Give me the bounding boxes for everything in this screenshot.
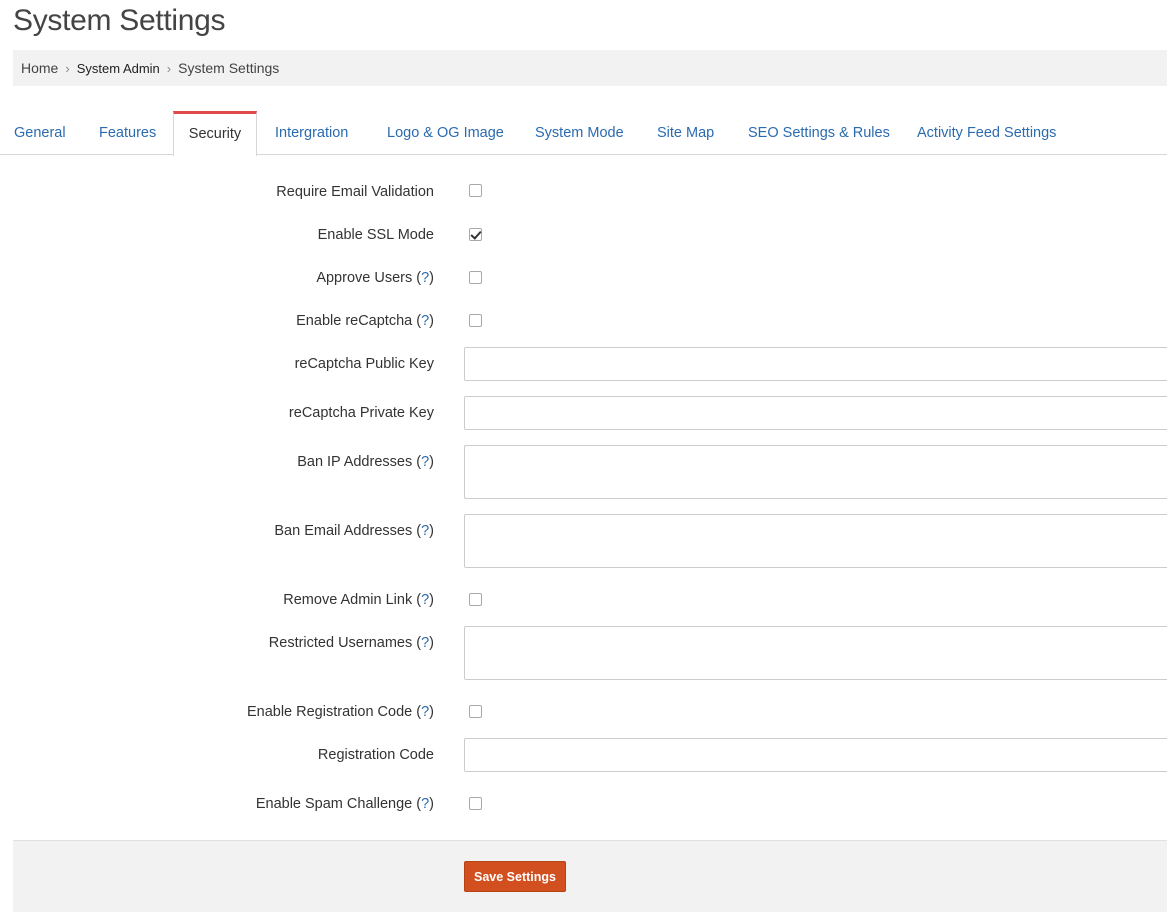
tab-security[interactable]: Security <box>173 111 257 156</box>
enable-recaptcha-label: Enable reCaptcha (?) <box>296 313 434 329</box>
page-title: System Settings <box>13 4 226 37</box>
tab-features[interactable]: Features <box>99 111 156 155</box>
remove-admin-link-label: Remove Admin Link (?) <box>283 592 434 608</box>
enable-spam-challenge-label: Enable Spam Challenge (?) <box>255 796 434 812</box>
enable-ssl-mode-checkbox[interactable] <box>469 228 482 241</box>
tab-site-map[interactable]: Site Map <box>657 111 714 155</box>
enable-registration-code-checkbox[interactable] <box>469 705 482 718</box>
ban-ip-addresses-textarea[interactable] <box>464 445 1167 499</box>
recaptcha-public-key-input[interactable] <box>464 347 1167 381</box>
breadcrumb-system-admin[interactable]: System Admin <box>77 61 160 76</box>
breadcrumb: Home › System Admin › System Settings <box>13 50 1167 86</box>
restricted-usernames-textarea[interactable] <box>464 626 1167 680</box>
save-settings-button[interactable]: Save Settings <box>464 861 566 892</box>
enable-registration-code-label: Enable Registration Code (?) <box>246 704 434 720</box>
remove-admin-link-checkbox[interactable] <box>469 593 482 606</box>
remove-admin-link-help-link[interactable]: ? <box>421 592 429 608</box>
ban-email-addresses-textarea[interactable] <box>464 514 1167 568</box>
registration-code-label: Registration Code <box>317 747 434 763</box>
approve-users-checkbox[interactable] <box>469 271 482 284</box>
tab-intergration[interactable]: Intergration <box>275 111 348 155</box>
tab-general[interactable]: General <box>14 111 66 155</box>
ban-ip-addresses-label: Ban IP Addresses (?) <box>297 454 434 470</box>
chevron-right-icon: › <box>65 60 70 76</box>
recaptcha-private-key-input[interactable] <box>464 396 1167 430</box>
checkmark-icon <box>470 228 482 240</box>
tab-logo-og-image[interactable]: Logo & OG Image <box>387 111 504 155</box>
restricted-usernames-label: Restricted Usernames (?) <box>268 635 434 651</box>
approve-users-label: Approve Users (?) <box>316 270 434 286</box>
recaptcha-public-key-label: reCaptcha Public Key <box>294 356 434 372</box>
enable-registration-code-help-link[interactable]: ? <box>421 704 429 720</box>
enable-spam-challenge-checkbox[interactable] <box>469 797 482 810</box>
enable-recaptcha-checkbox[interactable] <box>469 314 482 327</box>
require-email-validation-checkbox[interactable] <box>469 184 482 197</box>
breadcrumb-home[interactable]: Home <box>21 60 58 76</box>
ban-email-addresses-help-link[interactable]: ? <box>421 523 429 539</box>
enable-spam-challenge-help-link[interactable]: ? <box>421 796 429 812</box>
enable-recaptcha-help-link[interactable]: ? <box>421 313 429 329</box>
approve-users-help-link[interactable]: ? <box>421 270 429 286</box>
ban-ip-addresses-help-link[interactable]: ? <box>421 454 429 470</box>
chevron-right-icon: › <box>166 60 172 76</box>
settings-tabs: General Features Security Intergration L… <box>0 111 1167 156</box>
form-footer-bar <box>13 840 1167 912</box>
tab-activity-feed-settings[interactable]: Activity Feed Settings <box>917 111 1056 155</box>
enable-ssl-mode-label: Enable SSL Mode <box>317 227 434 243</box>
require-email-validation-label: Require Email Validation <box>276 184 434 200</box>
recaptcha-private-key-label: reCaptcha Private Key <box>288 405 434 421</box>
restricted-usernames-help-link[interactable]: ? <box>421 635 429 651</box>
breadcrumb-current: System Settings <box>178 60 280 76</box>
registration-code-input[interactable] <box>464 738 1167 772</box>
tab-system-mode[interactable]: System Mode <box>535 111 624 155</box>
tab-seo-settings-rules[interactable]: SEO Settings & Rules <box>748 111 890 155</box>
ban-email-addresses-label: Ban Email Addresses (?) <box>274 523 434 539</box>
